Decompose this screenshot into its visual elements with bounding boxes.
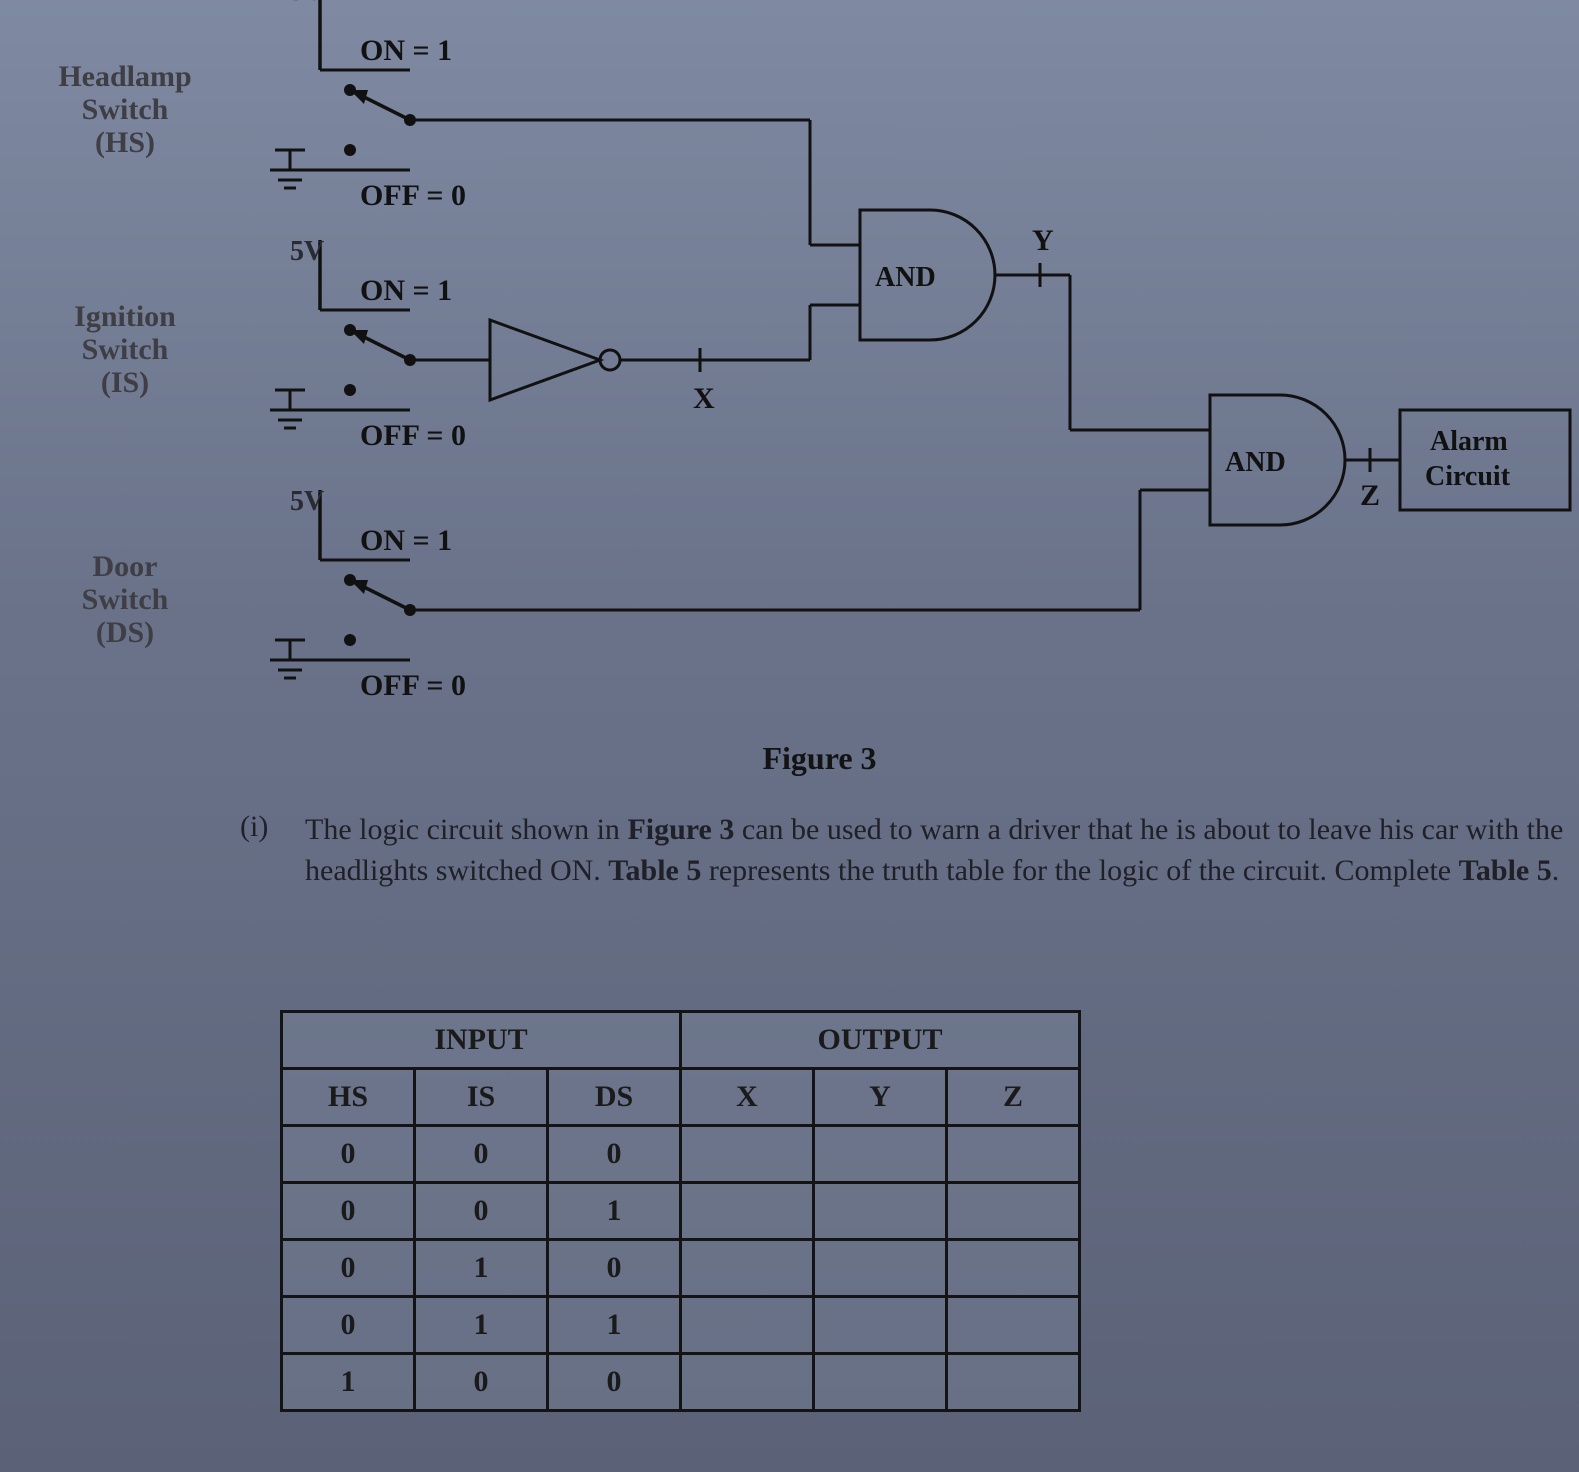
alarm-l1: Alarm (1430, 426, 1508, 457)
item-marker: (i) (240, 810, 268, 844)
col-hs: HS (282, 1069, 415, 1126)
hs-code: (HS) (35, 126, 215, 159)
alarm-l2: Circuit (1425, 461, 1511, 492)
table-row: 100 (282, 1354, 1080, 1411)
input-header: INPUT (282, 1012, 681, 1069)
ds-off: OFF = 0 (360, 669, 466, 702)
col-ds: DS (548, 1069, 681, 1126)
and1-label: AND (875, 262, 936, 293)
label-is: Ignition Switch (IS) (35, 300, 215, 399)
truth-header-cols: HS IS DS X Y Z (282, 1069, 1080, 1126)
label-ds: Door Switch (DS) (35, 550, 215, 649)
signal-y: Y (1032, 224, 1054, 257)
is-code: (IS) (35, 366, 215, 399)
question-paragraph: The logic circuit shown in Figure 3 can … (305, 810, 1565, 891)
switch-ds: 5V ON = 1 OFF = 0 (270, 486, 1140, 702)
label-hs: Headlamp Switch (HS) (35, 60, 215, 159)
figure-caption: Figure 3 (60, 740, 1579, 777)
ds-on: ON = 1 (360, 524, 452, 557)
table-row: 011 (282, 1297, 1080, 1354)
output-header: OUTPUT (681, 1012, 1080, 1069)
signal-x: X (693, 382, 715, 415)
signal-z: Z (1360, 479, 1380, 512)
page: Headlamp Switch (HS) Ignition Switch (IS… (0, 0, 1579, 1472)
switch-hs: 5V ON = 1 OFF = 0 (270, 0, 810, 212)
and-gate-1: AND Y (810, 120, 1070, 360)
switch-is: 5V ON = 1 OFF = 0 (270, 236, 490, 452)
is-sub: Switch (35, 333, 215, 366)
is-off: OFF = 0 (360, 419, 466, 452)
alarm-box: Alarm Circuit (1400, 410, 1570, 510)
col-is: IS (415, 1069, 548, 1126)
hs-on: ON = 1 (360, 34, 452, 67)
hs-off: OFF = 0 (360, 179, 466, 212)
and2-label: AND (1225, 447, 1286, 478)
hs-name: Headlamp (35, 60, 215, 93)
not-gate: X (490, 320, 810, 415)
and-gate-2: AND Z (1070, 275, 1400, 610)
circuit-diagram: 5V ON = 1 OFF = 0 (250, 10, 1579, 750)
circuit-svg: 5V ON = 1 OFF = 0 (250, 10, 1579, 750)
table-row: 010 (282, 1240, 1080, 1297)
truth-header-groups: INPUT OUTPUT (282, 1012, 1080, 1069)
table-row: 001 (282, 1183, 1080, 1240)
col-y: Y (814, 1069, 947, 1126)
is-5v: 5V (290, 236, 324, 267)
col-z: Z (947, 1069, 1080, 1126)
ds-sub: Switch (35, 583, 215, 616)
is-on: ON = 1 (360, 274, 452, 307)
hs-sub: Switch (35, 93, 215, 126)
truth-table: INPUT OUTPUT HS IS DS X Y Z 000 001 010 (280, 1010, 1081, 1412)
ds-name: Door (35, 550, 215, 583)
sheet: Headlamp Switch (HS) Ignition Switch (IS… (60, 10, 1579, 1472)
ds-code: (DS) (35, 616, 215, 649)
col-x: X (681, 1069, 814, 1126)
is-name: Ignition (35, 300, 215, 333)
table-row: 000 (282, 1126, 1080, 1183)
hs-5v: 5V (290, 0, 324, 7)
ds-5v: 5V (290, 486, 324, 517)
